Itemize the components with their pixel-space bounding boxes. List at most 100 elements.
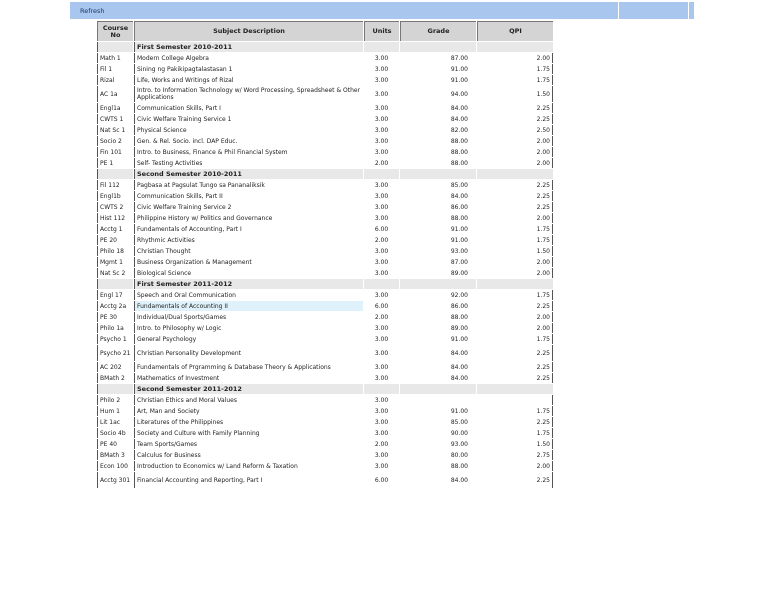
table-row: Lit 1ac Literatures of the Philippines 3.0…: [97, 417, 553, 427]
units-cell: 3.00: [374, 192, 389, 200]
subject-description-cell: Biological Science: [134, 268, 363, 278]
semester-spacer: [364, 384, 399, 394]
qpi-cell: 2.25: [477, 202, 553, 212]
subject-description-cell: Art, Man and Society: [134, 406, 363, 416]
course-no-cell: Fil 112: [97, 180, 133, 190]
course-no-cell: Fin 101: [97, 147, 133, 157]
course-no-cell: Engl1a: [97, 103, 133, 113]
table-row: Nat Sc 2 Biological Science 3.00 89.00 2.00: [97, 268, 553, 278]
qpi-cell: 1.75: [477, 406, 553, 416]
course-no-cell: Rizal: [97, 75, 133, 85]
grade-cell: 89.00: [450, 269, 468, 277]
units-cell: 3.00: [374, 126, 389, 134]
qpi-cell: 2.00: [477, 461, 553, 471]
subject-description-cell: Literatures of the Philippines: [134, 417, 363, 427]
subject-description-cell: Intro. to Information Technology w/ Word…: [134, 86, 363, 102]
table-row: Fil 1 Sining ng Pakikipagtalastasan 1 3.00…: [97, 64, 553, 74]
toolbar-divider: [688, 2, 689, 19]
table-row: PE 20 Rhythmic Activities 2.00 91.00 1.75: [97, 235, 553, 245]
semester-row: First Semester 2010-2011: [97, 42, 553, 52]
semester-spacer: [477, 169, 553, 179]
table-header-row: Course No Subject Description Units Grad…: [97, 21, 553, 41]
table-row: PE 40 Team Sports/Games 2.00 93.00 1.50: [97, 439, 553, 449]
grade-cell: 86.00: [450, 302, 468, 310]
semester-label: Second Semester 2010-2011: [134, 169, 363, 179]
table-row: Math 1 Modern College Algebra 3.00 87.00 2.0…: [97, 53, 553, 63]
header-units: Units: [364, 21, 399, 41]
grade-cell: 88.00: [450, 137, 468, 145]
semester-spacer: [97, 279, 133, 289]
course-no-cell: Acctg 301: [97, 472, 133, 488]
qpi-cell: 1.75: [477, 224, 553, 234]
units-cell: 3.00: [374, 335, 389, 343]
course-no-cell: Hum 1: [97, 406, 133, 416]
qpi-cell: 2.00: [477, 213, 553, 223]
course-no-cell: BMath 2: [97, 373, 133, 383]
units-cell: 6.00: [374, 302, 389, 310]
semester-spacer: [400, 384, 476, 394]
units-cell: 3.00: [374, 76, 389, 84]
subject-description-cell: Team Sports/Games: [134, 439, 363, 449]
semester-spacer: [400, 169, 476, 179]
qpi-cell: 2.50: [477, 125, 553, 135]
qpi-cell: 2.25: [477, 345, 553, 361]
grade-cell: 88.00: [450, 214, 468, 222]
subject-description-cell: Civic Welfare Training Service 2: [134, 202, 363, 212]
qpi-cell: 2.00: [477, 147, 553, 157]
course-no-cell: Psycho 21: [97, 345, 133, 361]
subject-description-cell: General Psychology: [134, 334, 363, 344]
grade-cell: 80.00: [450, 451, 468, 459]
refresh-button[interactable]: Refresh: [80, 7, 105, 15]
table-row: BMath 3 Calculus for Business 3.00 80.00 2.7…: [97, 450, 553, 460]
grade-cell: 94.00: [450, 90, 468, 98]
semester-label: First Semester 2011-2012: [134, 279, 363, 289]
semester-spacer: [364, 42, 399, 52]
course-no-cell: PE 20: [97, 235, 133, 245]
qpi-cell: 1.75: [477, 235, 553, 245]
units-cell: 3.00: [374, 148, 389, 156]
table-row: BMath 2 Mathematics of Investment 3.00 84.0…: [97, 373, 553, 383]
subject-description-cell: Philippine History w/ Politics and Gover…: [134, 213, 363, 223]
subject-description-cell: Pagbasa at Pagsulat Tungo sa Pananaliksi…: [134, 180, 363, 190]
grade-cell: 84.00: [450, 115, 468, 123]
course-no-cell: Psycho 1: [97, 334, 133, 344]
units-cell: 3.00: [374, 324, 389, 332]
grade-cell: 91.00: [450, 65, 468, 73]
units-cell: 3.00: [374, 181, 389, 189]
units-cell: 3.00: [374, 54, 389, 62]
subject-description-cell: Christian Personality Development: [134, 345, 363, 361]
semester-row: Second Semester 2010-2011: [97, 169, 553, 179]
qpi-cell: [477, 395, 553, 405]
qpi-cell: 2.00: [477, 268, 553, 278]
course-no-cell: AC 1a: [97, 86, 133, 102]
units-cell: 2.00: [374, 159, 389, 167]
table-row: Socio 2 Gen. & Rel. Socio. incl. DAP Educ…: [97, 136, 553, 146]
qpi-cell: 2.25: [477, 180, 553, 190]
table-row: PE 1 Self- Testing Activities 2.00 88.00 2.0…: [97, 158, 553, 168]
units-cell: 3.00: [374, 137, 389, 145]
course-no-cell: PE 1: [97, 158, 133, 168]
qpi-cell: 2.00: [477, 312, 553, 322]
qpi-cell: 2.25: [477, 472, 553, 488]
subject-description-cell: Calculus for Business: [134, 450, 363, 460]
grade-cell: 91.00: [450, 407, 468, 415]
course-no-cell: Hist 112: [97, 213, 133, 223]
semester-spacer: [400, 279, 476, 289]
units-cell: 3.00: [374, 429, 389, 437]
subject-description-cell: Christian Thought: [134, 246, 363, 256]
semester-spacer: [364, 279, 399, 289]
grade-cell: 87.00: [450, 258, 468, 266]
course-no-cell: Nat Sc 2: [97, 268, 133, 278]
grade-cell: 86.00: [450, 203, 468, 211]
subject-description-cell: Financial Accounting and Reporting, Part…: [134, 472, 363, 488]
qpi-cell: 2.75: [477, 450, 553, 460]
units-cell: 2.00: [374, 313, 389, 321]
course-no-cell: CWTS 1: [97, 114, 133, 124]
grade-cell: 84.00: [450, 349, 468, 357]
grade-cell: 84.00: [450, 363, 468, 371]
table-row: Hum 1 Art, Man and Society 3.00 91.00 1.75: [97, 406, 553, 416]
grade-cell: 87.00: [450, 54, 468, 62]
subject-description-cell: Fundamentals of Accounting, Part I: [134, 224, 363, 234]
units-cell: 3.00: [374, 269, 389, 277]
grade-cell: 82.00: [450, 126, 468, 134]
